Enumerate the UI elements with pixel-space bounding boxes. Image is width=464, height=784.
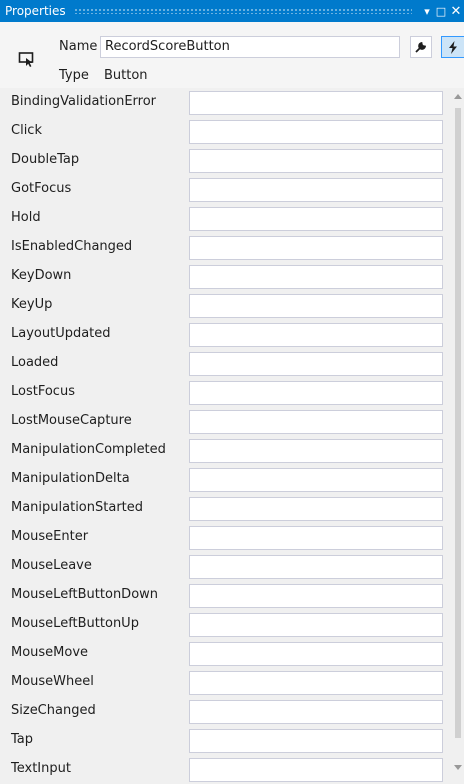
wrench-icon	[415, 41, 427, 53]
event-row: MouseLeftButtonUp	[0, 610, 450, 639]
properties-view-button[interactable]	[410, 36, 432, 58]
event-handler-field[interactable]	[189, 294, 443, 318]
event-row: KeyDown	[0, 262, 450, 291]
event-name: Loaded	[11, 355, 59, 370]
event-handler-field[interactable]	[189, 178, 443, 202]
event-handler-field[interactable]	[189, 671, 443, 695]
event-handler-field[interactable]	[189, 236, 443, 260]
event-row: MouseEnter	[0, 523, 450, 552]
event-handler-field[interactable]	[189, 120, 443, 144]
scroll-thumb[interactable]	[455, 108, 461, 738]
event-row: Tap	[0, 726, 450, 755]
event-handler-field[interactable]	[189, 149, 443, 173]
event-name: MouseLeave	[11, 558, 92, 573]
event-handler-field[interactable]	[189, 468, 443, 492]
event-name: KeyUp	[11, 297, 53, 312]
close-icon[interactable]: ✕	[448, 3, 464, 19]
event-row: GotFocus	[0, 175, 450, 204]
event-row: Hold	[0, 204, 450, 233]
event-name: Click	[11, 123, 42, 138]
event-name: Hold	[11, 210, 41, 225]
event-name: BindingValidationError	[11, 94, 157, 109]
element-icon	[14, 46, 40, 72]
type-value: Button	[104, 68, 148, 83]
events-view-button[interactable]	[441, 36, 464, 58]
name-label: Name	[59, 39, 98, 54]
event-row: LayoutUpdated	[0, 320, 450, 349]
event-row: SizeChanged	[0, 697, 450, 726]
event-name: SizeChanged	[11, 703, 96, 718]
event-row: LostFocus	[0, 378, 450, 407]
panel-titlebar: Properties ▾ □ ✕	[0, 0, 464, 22]
event-handler-field[interactable]	[189, 555, 443, 579]
event-handler-field[interactable]	[189, 207, 443, 231]
event-name: MouseEnter	[11, 529, 89, 544]
event-row: MouseWheel	[0, 668, 450, 697]
lightning-bolt-icon	[449, 40, 457, 54]
event-name: MouseLeftButtonDown	[11, 587, 159, 602]
event-handler-field[interactable]	[189, 439, 443, 463]
event-name: MouseWheel	[11, 674, 94, 689]
event-name: GotFocus	[11, 181, 72, 196]
event-handler-field[interactable]	[189, 700, 443, 724]
event-row: ManipulationStarted	[0, 494, 450, 523]
event-name: MouseMove	[11, 645, 89, 660]
event-row: LostMouseCapture	[0, 407, 450, 436]
event-name: IsEnabledChanged	[11, 239, 133, 254]
event-name: TextInput	[11, 761, 71, 776]
event-row: TextInput	[0, 755, 450, 784]
event-handler-field[interactable]	[189, 410, 443, 434]
event-name: KeyDown	[11, 268, 72, 283]
event-handler-field[interactable]	[189, 642, 443, 666]
event-handler-field[interactable]	[189, 381, 443, 405]
name-field[interactable]: RecordScoreButton	[100, 36, 400, 58]
event-row: ManipulationDelta	[0, 465, 450, 494]
event-handler-field[interactable]	[189, 497, 443, 521]
event-handler-field[interactable]	[189, 352, 443, 376]
event-name: DoubleTap	[11, 152, 80, 167]
event-row: KeyUp	[0, 291, 450, 320]
scroll-down-icon[interactable]	[454, 765, 462, 770]
type-label: Type	[59, 68, 89, 83]
event-name: LostMouseCapture	[11, 413, 132, 428]
event-row: BindingValidationError	[0, 88, 450, 117]
event-row: DoubleTap	[0, 146, 450, 175]
event-row: MouseMove	[0, 639, 450, 668]
event-name: MouseLeftButtonUp	[11, 616, 139, 631]
event-handler-field[interactable]	[189, 613, 443, 637]
maximize-icon[interactable]: □	[434, 3, 448, 19]
event-handler-field[interactable]	[189, 729, 443, 753]
event-row: Loaded	[0, 349, 450, 378]
event-handler-field[interactable]	[189, 526, 443, 550]
event-handler-field[interactable]	[189, 91, 443, 115]
event-name: LostFocus	[11, 384, 75, 399]
event-row: IsEnabledChanged	[0, 233, 450, 262]
vertical-scrollbar[interactable]	[452, 88, 464, 778]
panel-title: Properties	[5, 4, 66, 18]
event-row: MouseLeftButtonDown	[0, 581, 450, 610]
event-name: LayoutUpdated	[11, 326, 111, 341]
event-row: MouseLeave	[0, 552, 450, 581]
event-name: ManipulationDelta	[11, 471, 130, 486]
scroll-up-icon[interactable]	[454, 94, 462, 99]
event-name: ManipulationCompleted	[11, 442, 166, 457]
event-row: ManipulationCompleted	[0, 436, 450, 465]
event-row: Click	[0, 117, 450, 146]
properties-header: Name RecordScoreButton Type Button	[0, 22, 464, 88]
event-name: Tap	[11, 732, 34, 747]
event-handler-field[interactable]	[189, 584, 443, 608]
event-handler-field[interactable]	[189, 758, 443, 782]
dropdown-icon[interactable]: ▾	[420, 3, 434, 19]
drag-grip[interactable]	[73, 8, 412, 14]
event-handler-field[interactable]	[189, 323, 443, 347]
event-name: ManipulationStarted	[11, 500, 144, 515]
events-grid: BindingValidationError Click DoubleTap GotF…	[0, 88, 450, 784]
event-handler-field[interactable]	[189, 265, 443, 289]
